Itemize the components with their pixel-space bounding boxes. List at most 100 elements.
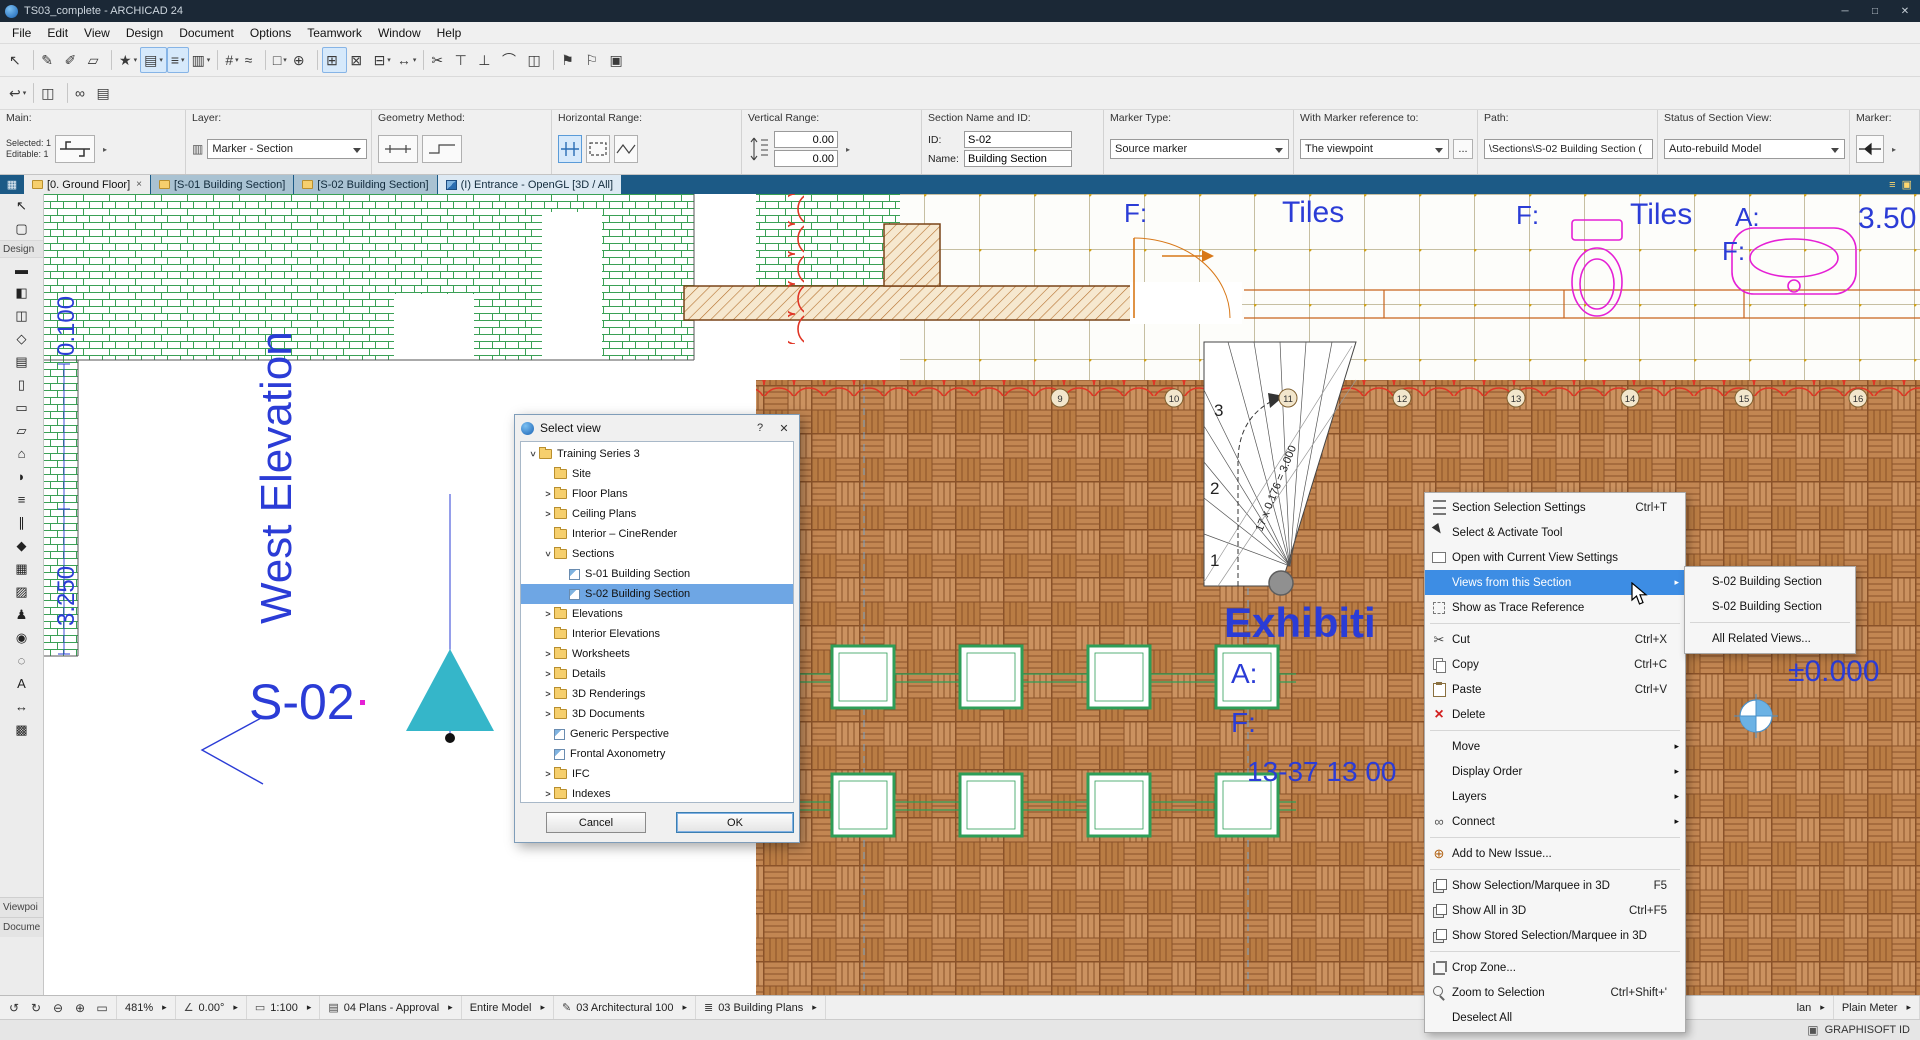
copy-settings-icon[interactable]: ◫ [38,80,63,106]
chevron-icon[interactable] [542,489,554,499]
tree-item[interactable]: Interior – CineRender [521,524,793,544]
menu-bar-item[interactable]: File [4,24,39,42]
menu-bar-item[interactable]: Document [171,24,242,42]
view-tab[interactable]: [S-02 Building Section] [294,175,436,194]
vrange-bottom-input[interactable] [774,150,838,167]
tab-overview-button[interactable]: ▦ [0,175,24,194]
section-marker[interactable]: S-02 [202,494,494,784]
fill-tool-icon[interactable]: ▩ [0,718,43,741]
hrange-infinite-button[interactable] [558,135,582,163]
snap-elements-icon[interactable]: ⊠ [347,47,370,73]
vrange-caret-icon[interactable]: ▸ [842,135,854,163]
skylight-tool-icon[interactable]: ◇ [0,327,43,350]
context-menu-item[interactable]: Deselect All [1425,1005,1685,1030]
context-menu-item[interactable]: Cut Ctrl+X [1425,627,1685,652]
ok-button[interactable]: OK [676,812,794,833]
chevron-icon[interactable] [542,769,554,779]
context-menu-item[interactable]: Layers [1425,784,1685,809]
close-button[interactable]: ✕ [1890,0,1920,22]
chevron-icon[interactable] [542,709,554,719]
window-tool-icon[interactable]: ◫ [0,304,43,327]
line-style-icon[interactable]: ≡ [167,47,189,73]
context-menu-item[interactable]: Paste Ctrl+V [1425,677,1685,702]
tree-item[interactable]: IFC [521,764,793,784]
context-menu-item[interactable]: Copy Ctrl+C [1425,652,1685,677]
zoom-out-icon[interactable]: ⊖ [48,998,68,1018]
snap-grid-icon[interactable]: ⊞ [322,47,347,73]
view-tab[interactable]: [S-01 Building Section] [151,175,293,194]
viewpoint-panel-header[interactable]: Viewpoi [0,897,43,917]
submenu-item[interactable]: All Related Views... [1685,626,1855,651]
chevron-icon[interactable] [542,609,554,619]
object-tool-icon[interactable]: ♟ [0,603,43,626]
context-menu-item[interactable]: Section Selection Settings Ctrl+T [1425,495,1685,520]
tree-item[interactable]: Elevations [521,604,793,624]
tree-item[interactable]: S-01 Building Section [521,564,793,584]
submenu-item[interactable]: S-02 Building Section [1685,594,1855,619]
submenu-item[interactable]: S-02 Building Section [1685,569,1855,594]
tree-item[interactable]: Interior Elevations [521,624,793,644]
fillet-icon[interactable]: ⌒ [499,47,525,73]
context-menu-item[interactable]: Show All in 3D Ctrl+F5 [1425,898,1685,923]
statusbar-segment[interactable]: ≣ 03 Building Plans [696,996,826,1019]
chevron-icon[interactable] [542,689,554,699]
context-menu-item[interactable]: Display Order [1425,759,1685,784]
cancel-button[interactable]: Cancel [546,812,646,833]
reference-browse-button[interactable]: ... [1453,139,1473,159]
curtain-wall-tool-icon[interactable]: ▤ [0,350,43,373]
new-tab-icon[interactable]: ▣ [1902,178,1912,191]
context-menu-item[interactable]: Delete [1425,702,1685,727]
zoom-previous-icon[interactable]: ↺ [4,998,24,1018]
chevron-icon[interactable] [543,548,553,560]
chevron-icon[interactable] [542,789,554,799]
dialog-close-icon[interactable]: ✕ [775,419,793,437]
shell-tool-icon[interactable]: ◗ [0,465,43,488]
mesh-tool-icon[interactable]: ▦ [0,557,43,580]
opening-tool-icon[interactable]: ◌ [0,649,43,672]
menu-bar-item[interactable]: Design [118,24,171,42]
flag-outline-icon[interactable]: ⚐ [582,47,606,73]
maximize-button[interactable]: □ [1860,0,1890,22]
vrange-top-input[interactable] [774,131,838,148]
tree-item[interactable]: Floor Plans [521,484,793,504]
geometry-single-button[interactable] [378,135,418,163]
brush-icon[interactable]: ✐ [62,47,85,73]
tree-item[interactable]: Details [521,664,793,684]
statusbar-segment[interactable]: ∠ 0.00° [176,996,247,1019]
menu-bar-item[interactable]: Help [429,24,470,42]
layer-combo-icon[interactable]: ▥ [189,47,214,73]
menu-bar-item[interactable]: Window [370,24,429,42]
zoom-next-icon[interactable]: ↻ [26,998,46,1018]
tree-item[interactable]: Site [521,464,793,484]
menu-bar-item[interactable]: Teamwork [299,24,370,42]
door-tool-icon[interactable]: ◧ [0,281,43,304]
split-icon[interactable]: ✂ [428,47,451,73]
context-menu-item[interactable]: Select & Activate Tool [1425,520,1685,545]
column-tool-icon[interactable]: ▯ [0,373,43,396]
section-name-input[interactable] [964,150,1072,167]
statusbar-segment[interactable]: ▤ 04 Plans - Approval [320,996,461,1019]
chevron-icon[interactable] [542,509,554,519]
statusbar-segment[interactable]: Plain Meter [1834,996,1920,1019]
tree-item[interactable]: S-02 Building Section [521,584,793,604]
favorites-icon[interactable]: ★ [116,47,140,73]
settings-caret-icon[interactable]: ▸ [99,135,111,163]
intersect-icon[interactable]: ⊥ [475,47,499,73]
statusbar-segment[interactable]: ✎ 03 Architectural 100 [554,996,696,1019]
marker-caret-icon[interactable]: ▸ [1888,135,1900,163]
grid-snap-icon[interactable]: # [222,47,241,73]
roof-tool-icon[interactable]: ⌂ [0,442,43,465]
statusbar-segment[interactable]: ▭ 1:100 [247,996,320,1019]
statusbar-segment[interactable]: Entire Model [462,996,554,1019]
tree-item[interactable]: 3D Documents [521,704,793,724]
tree-item[interactable]: Frontal Axonometry [521,744,793,764]
tab-list-icon[interactable]: ≡ [1889,179,1895,191]
special-snap-icon[interactable]: ⊟ [371,47,394,73]
construction-box-icon[interactable]: □ [270,47,290,73]
chevron-icon[interactable] [542,669,554,679]
marquee-tool-icon[interactable]: ▢ [0,217,43,240]
dialog-title-bar[interactable]: Select view ? ✕ [515,415,799,441]
select-arrow-icon[interactable]: ↖ [6,47,29,73]
morph-tool-icon[interactable]: ◆ [0,534,43,557]
tree-item[interactable]: 3D Renderings [521,684,793,704]
